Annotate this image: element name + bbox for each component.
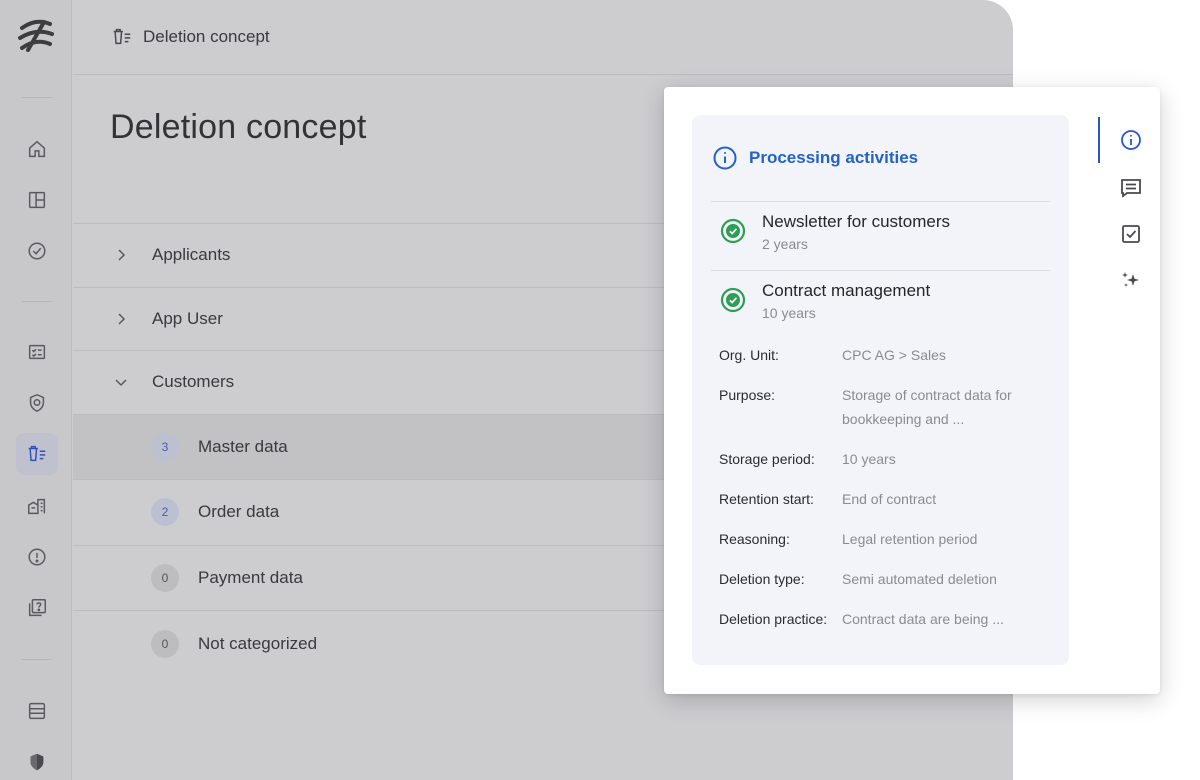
check-circle-icon [720, 218, 746, 244]
security-nav[interactable] [16, 741, 58, 780]
chevron-down-icon [115, 379, 127, 387]
card-title: Processing activities [749, 148, 919, 167]
tree-item-label: Order data [198, 502, 280, 522]
sparkle-icon[interactable] [1119, 268, 1143, 292]
home-nav[interactable] [16, 128, 58, 170]
tree-item-label: Payment data [198, 567, 303, 587]
incidents-nav[interactable] [16, 536, 58, 578]
dashboard-icon [28, 191, 46, 209]
tasks-nav[interactable] [16, 230, 58, 272]
tree-item-label: Master data [198, 436, 288, 456]
chevron-right-icon [118, 249, 126, 261]
organization-nav[interactable] [16, 485, 58, 527]
tree-group-label: App User [152, 308, 223, 328]
card-heading: Processing activities [712, 145, 918, 171]
detail-value: End of contract [842, 491, 937, 507]
security-shield-icon [30, 753, 44, 771]
detail-value: CPC AG > Sales [842, 347, 946, 363]
top-bar: Deletion concept [73, 0, 1013, 75]
detail-row: Purpose: Storage of contract data for bo… [719, 383, 1049, 431]
tree-group-label: Applicants [152, 245, 231, 265]
detail-value: Contract data are being ... [842, 611, 1004, 627]
detail-row: Storage period: 10 years [719, 447, 1049, 471]
detail-row: Deletion type: Semi automated deletion [719, 567, 1049, 591]
detail-row: Deletion practice: Contract data are bei… [719, 607, 1049, 631]
detail-key: Deletion practice: [719, 611, 828, 627]
detail-row: Retention start: End of contract [719, 487, 1049, 511]
detail-value: Storage of contract data for bookkeeping… [842, 387, 1012, 427]
check-circle-icon [28, 242, 46, 260]
active-tab-indicator [1098, 117, 1100, 163]
count-badge: 2 [151, 498, 179, 527]
comment-icon[interactable] [1119, 176, 1143, 200]
help-icon [28, 599, 46, 617]
tree-group-label: Customers [152, 372, 235, 392]
alert-icon [28, 548, 46, 566]
records-nav[interactable] [16, 690, 58, 732]
activity-period: 10 years [762, 305, 816, 321]
detail-key: Reasoning: [719, 531, 790, 547]
checklist-icon [28, 344, 46, 360]
detail-key: Deletion type: [719, 571, 805, 587]
home-icon [28, 140, 46, 158]
detail-value: 10 years [842, 451, 896, 467]
check-circle-icon [720, 287, 746, 313]
shield-icon [29, 393, 45, 413]
activity-item[interactable]: Newsletter for customers 2 years [720, 211, 950, 253]
privacy-nav[interactable] [16, 382, 58, 424]
count-badge: 0 [151, 563, 179, 592]
activity-title: Contract management [762, 281, 931, 300]
details-panel: Processing activities Newsletter for cus… [664, 87, 1160, 694]
detail-row: Reasoning: Legal retention period [719, 527, 1049, 551]
count-badge: 0 [151, 629, 179, 658]
processing-activities-card: Processing activities Newsletter for cus… [692, 115, 1069, 665]
deletion-icon [28, 445, 46, 462]
tree-item-label: Not categorized [198, 633, 318, 653]
deletion-nav[interactable] [16, 433, 58, 475]
info-icon [713, 146, 737, 170]
checklist-nav[interactable] [16, 331, 58, 373]
detail-key: Org. Unit: [719, 347, 779, 363]
logo-icon[interactable] [14, 14, 58, 58]
dashboard-nav[interactable] [16, 179, 58, 221]
breadcrumb[interactable]: Deletion concept [143, 27, 270, 47]
checkbox-icon[interactable] [1119, 222, 1143, 246]
buildings-icon [28, 498, 46, 515]
divider [711, 201, 1050, 202]
nav-rail [0, 0, 72, 780]
detail-value: Legal retention period [842, 531, 978, 547]
activity-period: 2 years [762, 236, 808, 252]
detail-row: Org. Unit: CPC AG > Sales [719, 343, 1049, 367]
divider [711, 270, 1050, 271]
count-badge: 3 [151, 432, 179, 461]
detail-key: Retention start: [719, 491, 814, 507]
deletion-icon [113, 28, 131, 45]
page-title: Deletion concept [110, 108, 367, 146]
activity-details: Org. Unit: CPC AG > Sales Purpose: Stora… [719, 343, 1049, 647]
table-icon [28, 702, 46, 720]
chevron-right-icon [118, 313, 126, 325]
activity-title: Newsletter for customers [762, 212, 950, 231]
info-icon[interactable] [1119, 128, 1143, 152]
requests-nav[interactable] [16, 587, 58, 629]
detail-key: Purpose: [719, 387, 776, 403]
detail-key: Storage period: [719, 451, 815, 467]
detail-value: Semi automated deletion [842, 571, 997, 587]
activity-item[interactable]: Contract management 10 years [720, 280, 930, 322]
